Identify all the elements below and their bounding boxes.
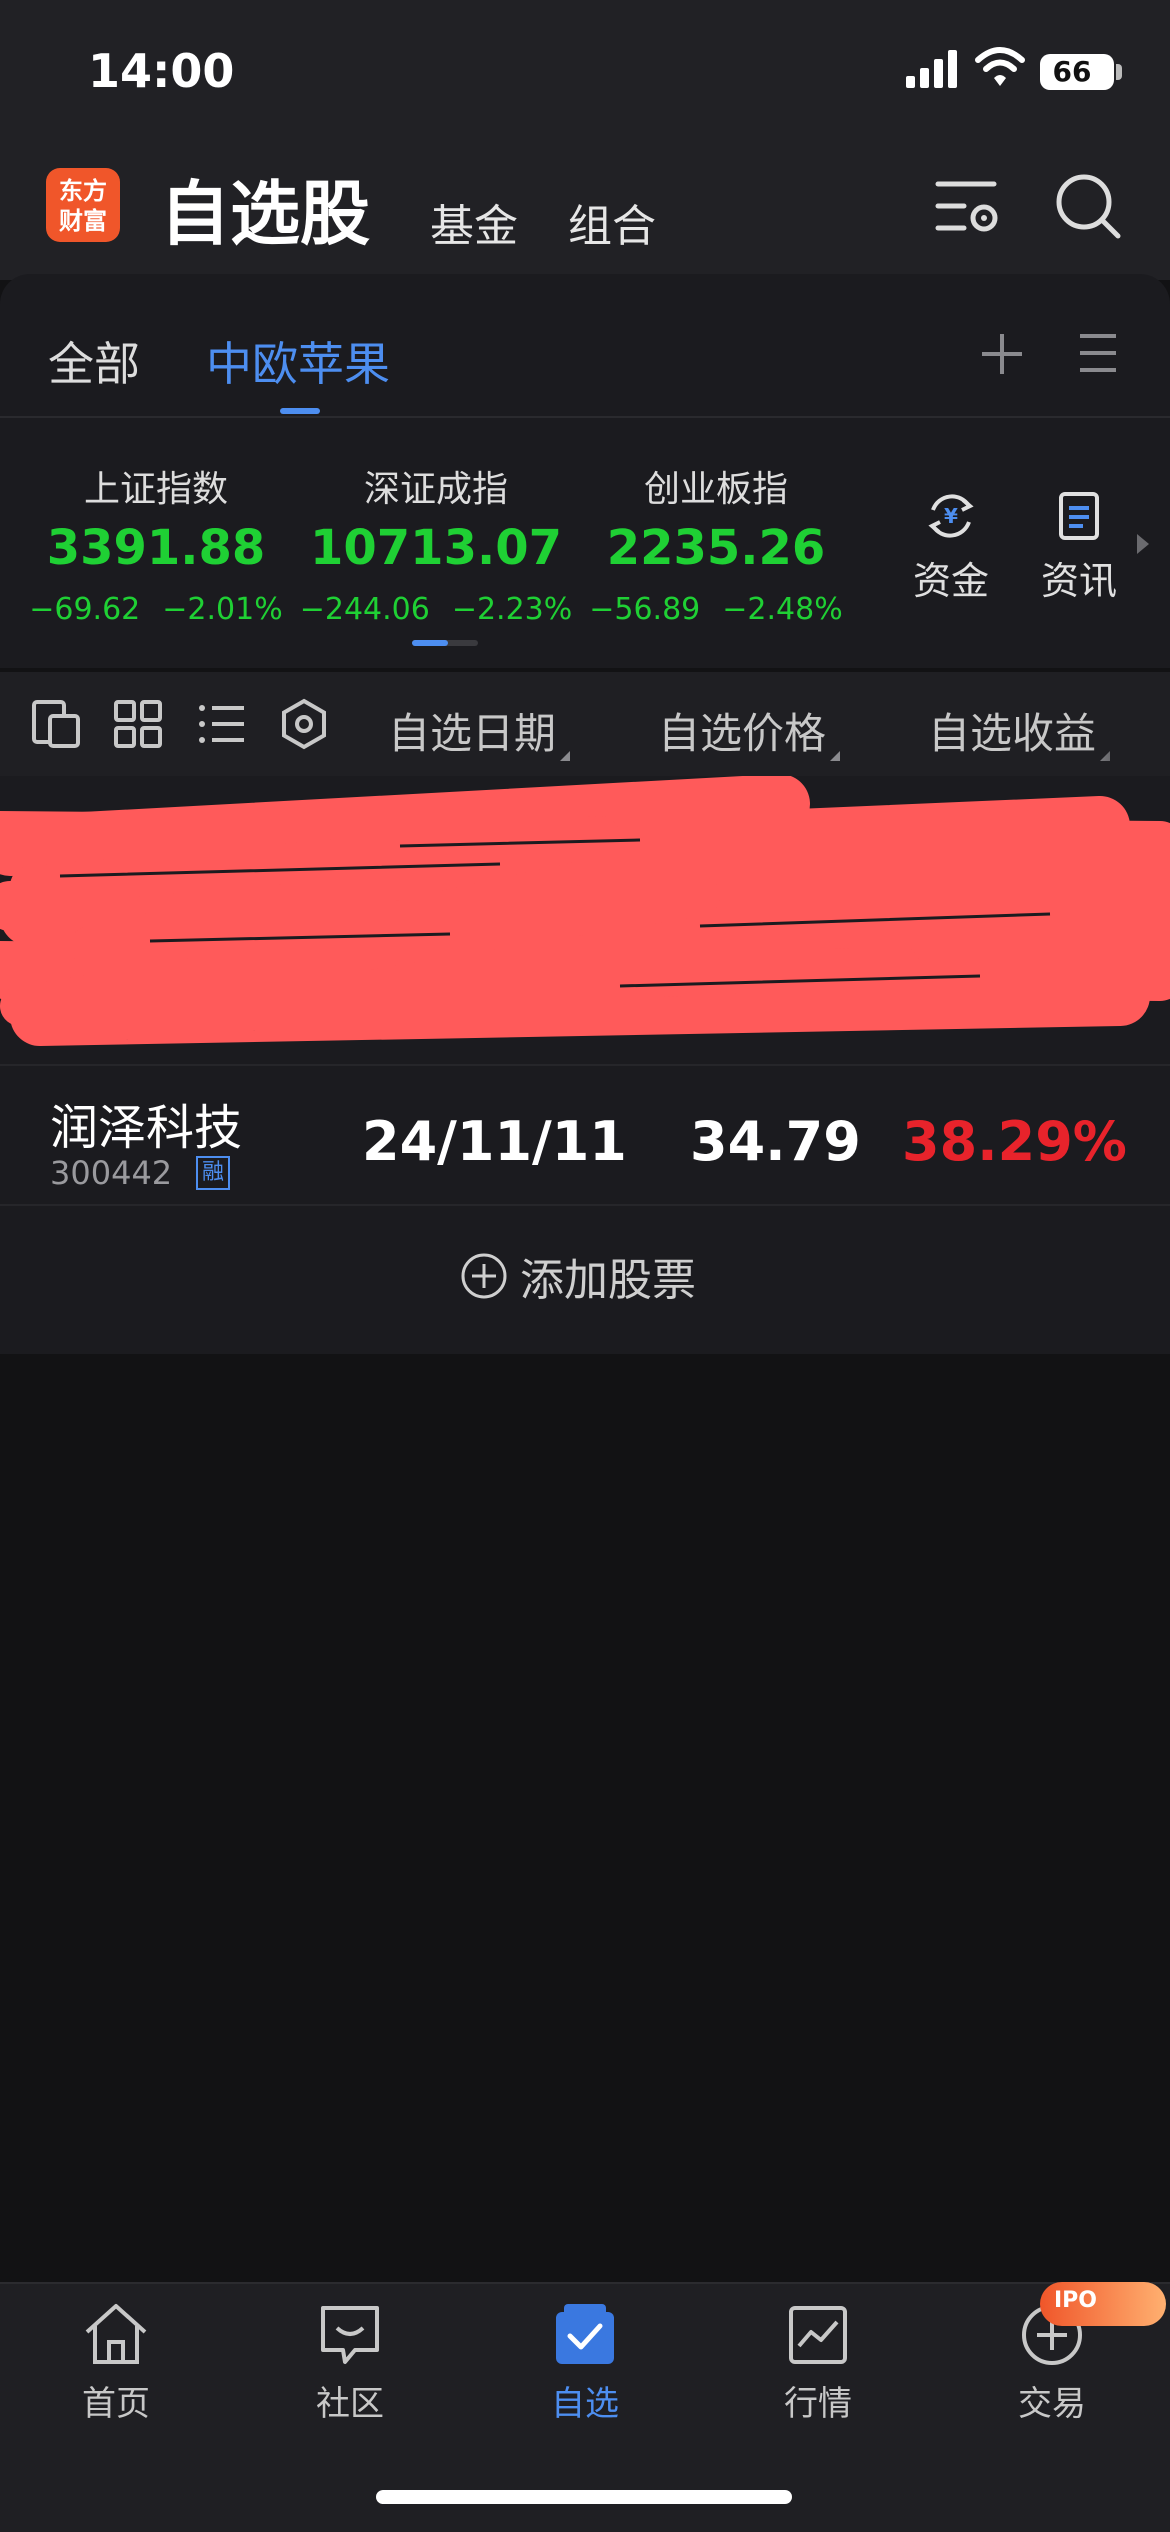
index-card-szse[interactable]: 深证成指 10713.07 −244.06 −2.23% — [296, 460, 576, 627]
tab-portfolio[interactable]: 组合 — [568, 190, 656, 254]
funds-flow-icon: ¥ — [928, 494, 974, 538]
index-card-sse[interactable]: 上证指数 3391.88 −69.62 −2.01% — [16, 460, 296, 627]
add-circle-icon — [461, 1253, 507, 1299]
list-toolbar: 自选日期 自选价格 自选收益 — [0, 672, 1170, 776]
table-row[interactable]: 润泽科技 300442 融 24/11/11 34.79 38.29% — [0, 1064, 1170, 1206]
news-icon — [1059, 492, 1099, 540]
index-card-chinext[interactable]: 创业板指 2235.26 −56.89 −2.48% — [576, 460, 856, 627]
menu-icon[interactable] — [1078, 332, 1118, 374]
index-name: 创业板指 — [643, 469, 788, 510]
shortcut-funds[interactable]: ¥ 资金 — [906, 488, 996, 605]
chevron-right-icon[interactable] — [1134, 532, 1152, 556]
nav-item-community[interactable]: 社区 — [280, 2300, 420, 2425]
ipo-badge[interactable]: IPO — [1040, 2282, 1166, 2326]
nav-label: 社区 — [316, 2384, 384, 2424]
index-page-indicator — [412, 640, 478, 646]
battery-icon: 66 — [1040, 54, 1114, 90]
svg-text:¥: ¥ — [944, 504, 958, 528]
shortcut-news[interactable]: 资讯 — [1034, 488, 1124, 605]
stock-add-date: 24/11/11 — [362, 1110, 627, 1173]
status-time: 14:00 — [88, 44, 235, 98]
shortcut-label: 资金 — [912, 559, 989, 603]
watchlist-check-icon — [556, 2304, 614, 2364]
watchlist: 润泽科技 300442 融 24/11/11 34.79 38.29% 添加股票 — [0, 776, 1170, 1354]
ipo-badge-label: IPO — [1054, 2288, 1098, 2313]
grid-view-icon[interactable] — [112, 698, 164, 750]
index-value: 10713.07 — [309, 520, 563, 576]
nav-label: 交易 — [1018, 2384, 1086, 2424]
app-header: 东方 财富 自选股 基金 组合 — [0, 140, 1170, 280]
group-tab-active[interactable]: 中欧苹果 — [206, 328, 390, 394]
logo-line-2: 财富 — [59, 207, 107, 235]
nav-label: 自选 — [551, 2384, 619, 2424]
battery-tip — [1116, 64, 1122, 80]
nav-item-home[interactable]: 首页 — [46, 2300, 186, 2425]
toolbar-fade — [1090, 672, 1170, 776]
list-settings-icon[interactable] — [934, 176, 1004, 240]
home-indicator[interactable] — [376, 2490, 792, 2504]
watchlist-groups: 全部 中欧苹果 — [0, 274, 1170, 418]
list-view-icon[interactable] — [196, 698, 248, 750]
stock-code: 300442 — [50, 1154, 173, 1192]
nav-label: 行情 — [784, 2384, 852, 2424]
compact-view-icon[interactable] — [30, 698, 82, 750]
index-name: 上证指数 — [83, 469, 228, 510]
logo-line-1: 东方 — [59, 177, 107, 205]
wifi-icon — [975, 47, 1025, 86]
index-change: −244.06 −2.23% — [296, 592, 576, 627]
tab-fund[interactable]: 基金 — [430, 190, 518, 254]
stock-return: 38.29% — [902, 1110, 1127, 1173]
add-stock-label: 添加股票 — [520, 1255, 696, 1306]
column-header-return[interactable]: 自选收益 — [928, 700, 1110, 761]
plus-icon[interactable] — [978, 330, 1026, 378]
shortcut-label: 资讯 — [1040, 559, 1117, 603]
margin-tag: 融 — [196, 1156, 230, 1190]
settings-hex-icon[interactable] — [278, 698, 330, 750]
column-header-date[interactable]: 自选日期 — [388, 700, 570, 761]
index-change-abs: −69.62 — [29, 592, 141, 627]
index-name: 深证成指 — [363, 469, 508, 510]
app-logo[interactable]: 东方 财富 — [46, 168, 120, 242]
index-change-abs: −56.89 — [589, 592, 701, 627]
signal-icon — [906, 50, 957, 88]
nav-label: 首页 — [82, 2384, 150, 2424]
status-bar: 14:00 66 — [0, 0, 1170, 140]
home-icon — [85, 2304, 147, 2364]
nav-item-market[interactable]: 行情 — [748, 2300, 888, 2425]
index-change-abs: −244.06 — [299, 592, 430, 627]
redaction-scribble — [0, 776, 1170, 1046]
battery-level: 66 — [1052, 55, 1092, 88]
index-change-pct: −2.23% — [451, 592, 573, 627]
index-change-pct: −2.01% — [162, 592, 283, 627]
stock-name: 润泽科技 — [50, 1100, 243, 1156]
index-change: −56.89 −2.48% — [576, 592, 856, 627]
chart-line-icon — [789, 2306, 847, 2364]
stock-add-price: 34.79 — [690, 1110, 861, 1173]
market-indices: 上证指数 3391.88 −69.62 −2.01% 深证成指 10713.07 … — [0, 418, 1170, 668]
add-stock-button[interactable]: 添加股票 — [460, 1246, 696, 1306]
nav-item-watchlist[interactable]: 自选 — [515, 2300, 655, 2425]
group-tab-all[interactable]: 全部 — [48, 328, 140, 394]
column-header-price[interactable]: 自选价格 — [658, 700, 840, 761]
chat-icon — [321, 2306, 379, 2364]
index-value: 3391.88 — [46, 520, 266, 576]
index-value: 2235.26 — [606, 520, 826, 576]
page-title[interactable]: 自选股 — [160, 158, 370, 259]
search-icon[interactable] — [1052, 170, 1122, 240]
index-change: −69.62 −2.01% — [16, 592, 296, 627]
group-tab-indicator — [280, 408, 320, 414]
index-change-pct: −2.48% — [722, 592, 843, 627]
